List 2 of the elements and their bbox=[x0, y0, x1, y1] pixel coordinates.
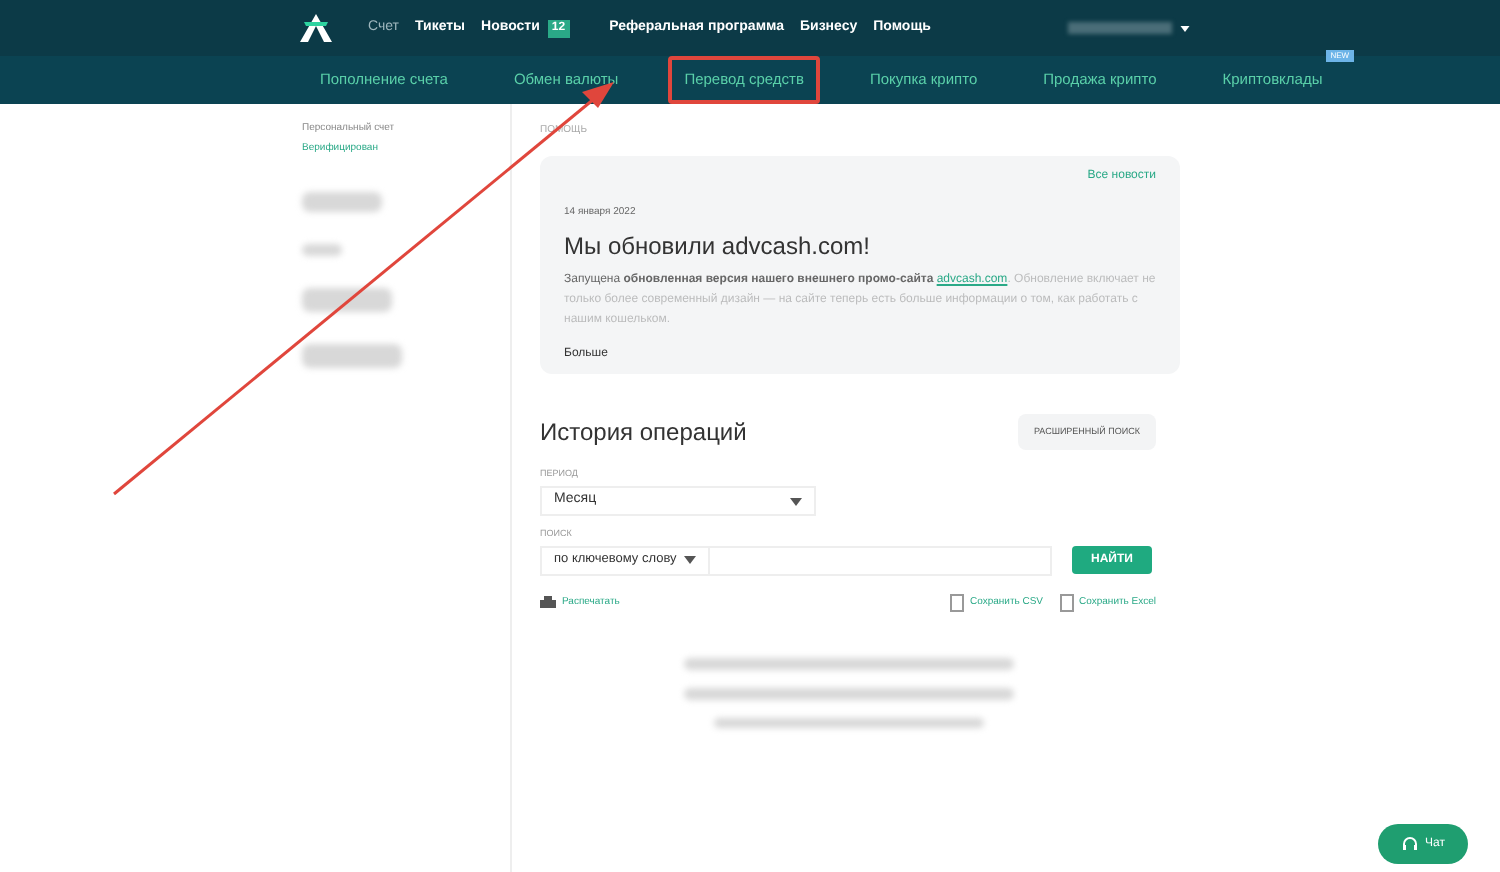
news-title: Мы обновили advcash.com! bbox=[564, 230, 872, 264]
history-title: История операций bbox=[540, 415, 747, 450]
